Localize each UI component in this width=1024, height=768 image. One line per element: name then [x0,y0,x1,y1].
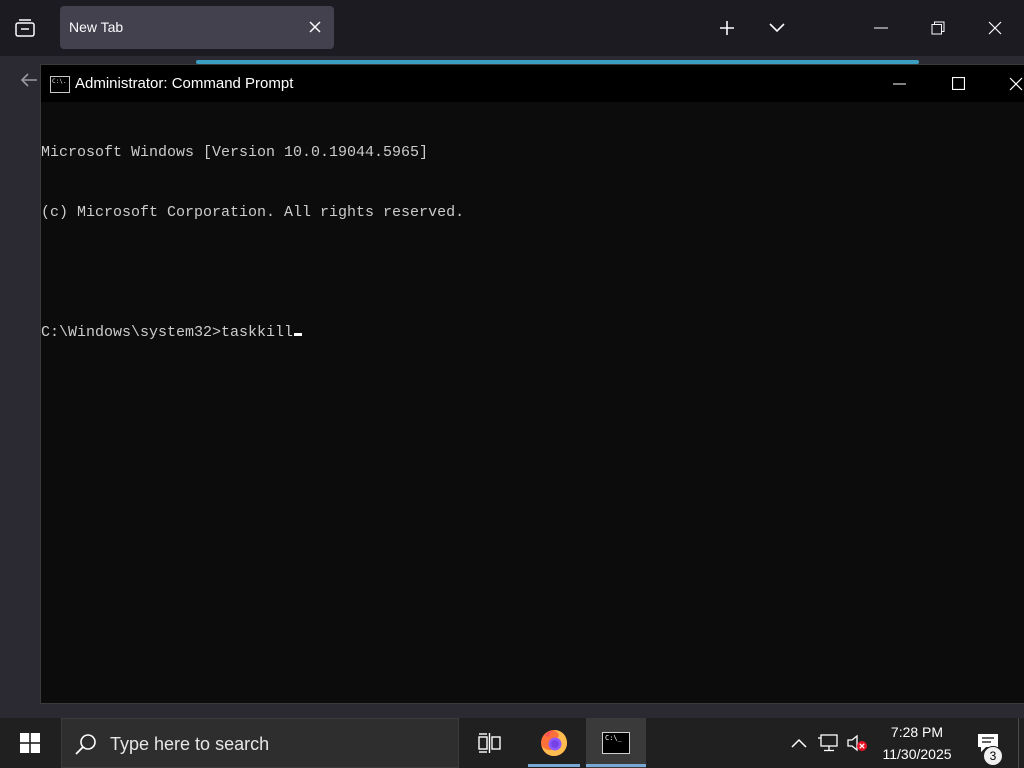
taskbar-clock[interactable]: 7:28 PM 11/30/2025 [872,722,962,766]
tab-list-icon [15,19,35,37]
minimize-icon [892,83,906,84]
cmd-window-title: Administrator: Command Prompt [75,75,294,92]
firefox-active-indicator [528,764,580,767]
restore-icon [931,21,945,35]
cmd-close-button[interactable] [998,65,1024,102]
new-tab-button[interactable] [712,12,742,44]
clock-date: 11/30/2025 [882,746,952,762]
cmd-icon: C:\. [50,76,70,93]
taskbar: Type here to search C:\_ 7:28 PM 11/30/2… [0,718,1024,768]
volume-button[interactable] [845,731,869,755]
command-prompt-window[interactable]: C:\. Administrator: Command Prompt Micro… [40,64,1024,704]
list-all-tabs-button[interactable] [762,12,792,44]
firefox-taskbar-button[interactable] [528,718,580,768]
taskbar-search-box[interactable]: Type here to search [61,718,459,768]
plus-icon [720,21,734,35]
cmd-console-output[interactable]: Microsoft Windows [Version 10.0.19044.59… [41,103,1021,383]
network-button[interactable] [817,731,841,755]
cmd-maximize-button[interactable] [940,65,976,102]
console-line: (c) Microsoft Corporation. All rights re… [41,204,465,221]
console-prompt-text: C:\Windows\system32>taskkill [41,324,294,341]
task-view-icon [478,733,501,753]
console-prompt-line[interactable]: C:\Windows\system32>taskkill [41,323,1021,343]
minimize-icon [874,27,888,29]
browser-restore-button[interactable] [923,12,953,44]
search-placeholder: Type here to search [110,734,270,754]
cmd-minimize-button[interactable] [881,65,917,102]
maximize-icon [951,77,965,90]
cmd-icon-glyph: C:\. [52,78,67,85]
cmd-icon: C:\_ [602,732,630,754]
clock-time: 7:28 PM [890,724,944,740]
network-icon [818,734,838,752]
close-icon [1009,77,1023,90]
windows-logo-icon [20,733,40,753]
tab-new-tab[interactable]: New Tab [60,6,334,49]
tab-title: New Tab [69,19,124,35]
browser-minimize-button[interactable] [866,12,896,44]
notification-count-badge: 3 [983,746,1003,766]
volume-muted-icon [847,734,867,752]
show-desktop-button[interactable] [1018,718,1024,768]
chevron-up-icon [791,738,807,748]
console-line: Microsoft Windows [Version 10.0.19044.59… [41,144,429,161]
tab-close-button[interactable] [304,16,326,38]
firefox-icon [541,730,567,756]
cmd-taskbar-button[interactable]: C:\_ [586,718,646,768]
search-icon [75,734,96,755]
show-hidden-icons-button[interactable] [787,731,811,755]
task-view-button[interactable] [466,718,514,768]
tab-list-button[interactable] [10,12,40,44]
cmd-title-bar[interactable]: C:\. Administrator: Command Prompt [41,65,1024,102]
cmd-taskbar-glyph: C:\_ [605,734,622,742]
browser-close-button[interactable] [980,12,1010,44]
close-icon [309,21,321,33]
close-icon [988,21,1002,35]
back-arrow-icon [20,73,37,87]
text-cursor [294,333,303,336]
start-button[interactable] [0,718,60,768]
chevron-down-icon [769,23,785,33]
browser-tab-bar: New Tab [0,0,1024,56]
cmd-active-indicator [586,764,646,767]
